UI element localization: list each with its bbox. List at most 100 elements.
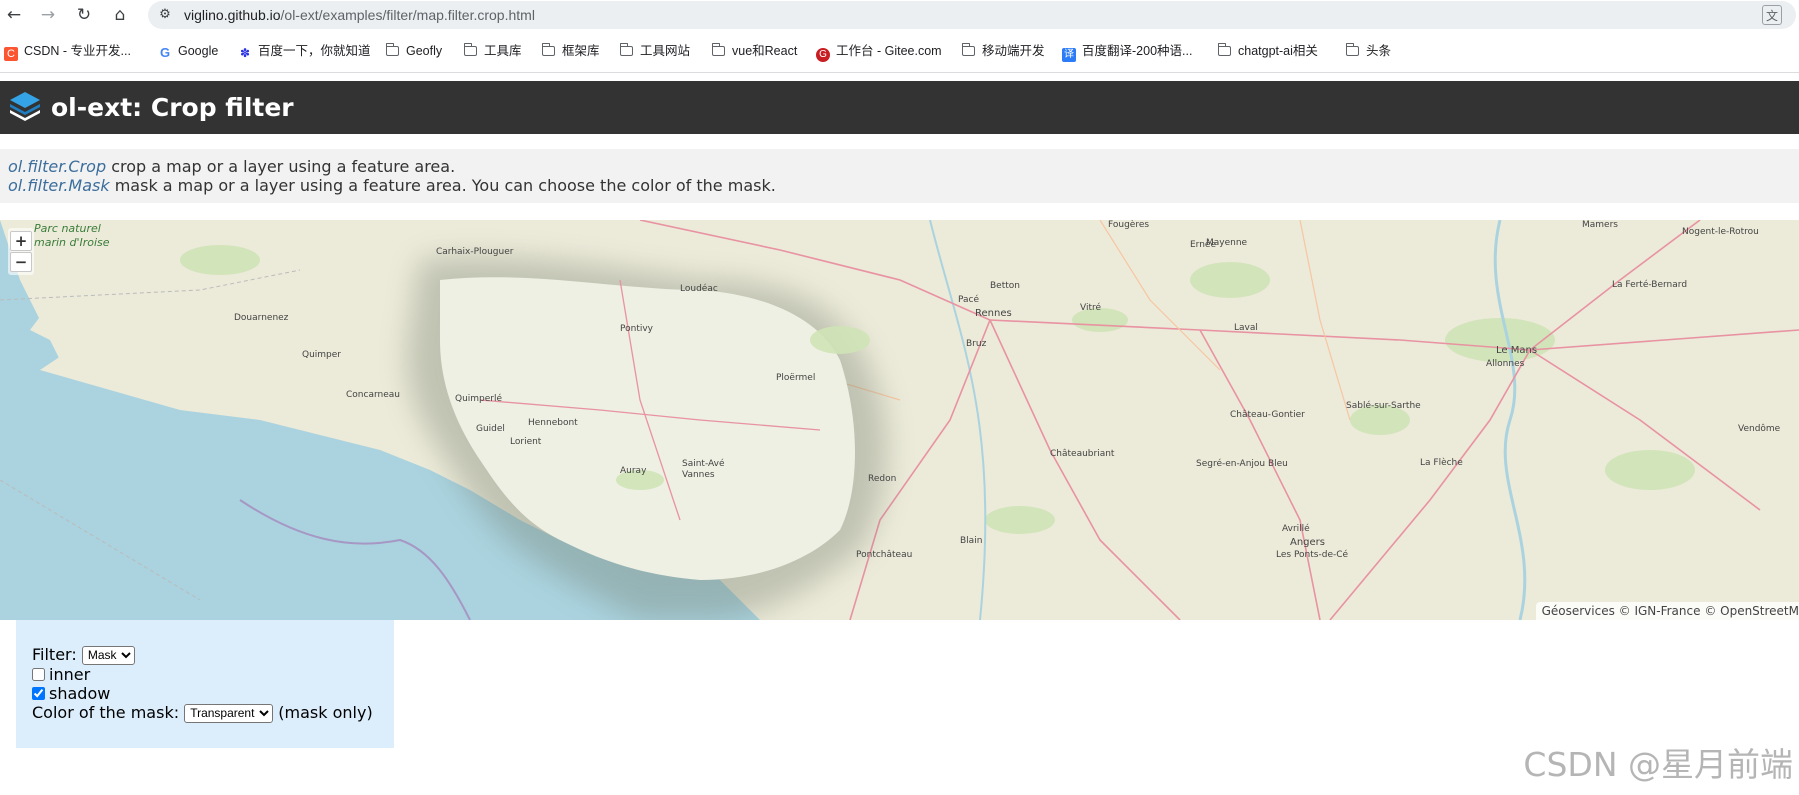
bookmark-tools[interactable]: 工具库 bbox=[463, 42, 522, 60]
bookmarks-divider bbox=[0, 72, 1799, 73]
shadow-row: shadow bbox=[32, 684, 110, 704]
map-label-marin-iroise: marin d'Iroise bbox=[34, 236, 110, 249]
inner-label: inner bbox=[49, 665, 91, 684]
map-label-hennebont: Hennebont bbox=[528, 418, 578, 428]
csdn-watermark: CSDN @星月前端 bbox=[1523, 745, 1793, 784]
map-label-blain: Blain bbox=[960, 536, 982, 546]
google-icon: G bbox=[159, 45, 171, 60]
bookmark-google[interactable]: G Google bbox=[158, 42, 218, 60]
map-label-ploermel: Ploërmel bbox=[776, 373, 815, 383]
folder-icon bbox=[541, 43, 555, 56]
map-view[interactable]: Parc naturel marin d'Iroise Carhaix-Plou… bbox=[0, 220, 1799, 620]
bookmark-label: Google bbox=[178, 44, 219, 58]
map-label-bruz: Bruz bbox=[966, 339, 987, 349]
map-label-pace: Pacé bbox=[958, 294, 979, 305]
bookmark-vue-react[interactable]: vue和React bbox=[711, 42, 798, 60]
map-label-douarnenez: Douarnenez bbox=[234, 313, 289, 323]
filter-select[interactable]: Mask bbox=[81, 645, 135, 665]
map-label-redon: Redon bbox=[868, 474, 896, 484]
bookmark-geofly[interactable]: Geofly bbox=[385, 42, 442, 60]
map-label-chateaubriant: Châteaubriant bbox=[1050, 449, 1115, 459]
site-info-icon[interactable]: ⚙ bbox=[156, 6, 174, 24]
bookmark-tool-sites[interactable]: 工具网站 bbox=[619, 42, 691, 60]
bookmark-label: vue和React bbox=[732, 44, 798, 58]
mask-link[interactable]: ol.filter.Mask bbox=[8, 176, 110, 195]
bookmark-label: 百度翻译-200种语... bbox=[1082, 44, 1193, 58]
bookmark-label: 工具库 bbox=[484, 44, 522, 58]
crop-description: ol.filter.Crop crop a map or a layer usi… bbox=[8, 157, 455, 177]
map-label-sable: Sablé-sur-Sarthe bbox=[1346, 400, 1421, 411]
reload-icon[interactable]: ↻ bbox=[72, 3, 96, 27]
browser-toolbar: ← → ↻ ⌂ ⚙ viglino.github.io/ol-ext/examp… bbox=[0, 0, 1799, 30]
crop-text: crop a map or a layer using a feature ar… bbox=[106, 157, 456, 176]
home-icon[interactable]: ⌂ bbox=[108, 3, 132, 27]
baidu-icon: ✽ bbox=[239, 46, 251, 60]
mask-color-select[interactable]: Transparent bbox=[184, 703, 274, 723]
back-icon[interactable]: ← bbox=[2, 3, 26, 27]
map-canvas[interactable]: Parc naturel marin d'Iroise Carhaix-Plou… bbox=[0, 220, 1799, 620]
map-label-pontivy: Pontivy bbox=[620, 324, 654, 334]
bookmark-csdn[interactable]: C CSDN - 专业开发... bbox=[4, 42, 131, 61]
bookmark-baidu[interactable]: ✽ 百度一下，你就知道 bbox=[238, 42, 371, 60]
map-attribution: Géoservices © IGN-France © OpenStreetM bbox=[1535, 602, 1799, 620]
map-label-nogent: Nogent-le-Rotrou bbox=[1682, 227, 1759, 237]
shadow-checkbox[interactable] bbox=[32, 687, 45, 700]
folder-icon bbox=[711, 43, 725, 56]
bookmark-label: 工具网站 bbox=[640, 44, 691, 58]
bookmark-baidu-translate[interactable]: 译百度翻译-200种语... bbox=[1062, 42, 1193, 62]
map-label-parc-naturel: Parc naturel bbox=[34, 222, 101, 235]
bookmarks-bar: C CSDN - 专业开发... G Google ✽ 百度一下，你就知道 Geofl… bbox=[0, 34, 1799, 68]
map-label-la-ferte: La Ferté-Bernard bbox=[1612, 279, 1687, 290]
folder-icon bbox=[961, 43, 975, 56]
map-label-auray: Auray bbox=[620, 466, 647, 476]
gitee-icon: G bbox=[816, 48, 830, 62]
map-label-allonnes: Allonnes bbox=[1486, 359, 1525, 369]
page-title: ol-ext: Crop filter bbox=[51, 93, 294, 122]
translate-icon[interactable]: 文 bbox=[1762, 5, 1782, 25]
map-label-vendome: Vendôme bbox=[1738, 423, 1781, 434]
map-label-quimperle: Quimperlé bbox=[455, 393, 503, 404]
map-label-lorient: Lorient bbox=[510, 437, 542, 447]
ol-ext-logo-icon bbox=[10, 92, 40, 121]
map-label-fougeres: Fougères bbox=[1108, 220, 1149, 230]
bookmark-mobile[interactable]: 移动端开发 bbox=[961, 42, 1045, 60]
map-label-pontchateau: Pontchâteau bbox=[856, 550, 912, 560]
zoom-control: + − bbox=[8, 228, 34, 275]
url-domain: viglino.github.io bbox=[184, 7, 281, 23]
zoom-out-button[interactable]: − bbox=[10, 252, 32, 272]
map-label-chateau-gontier: Château-Gontier bbox=[1230, 410, 1305, 420]
map-label-guidel: Guidel bbox=[476, 424, 505, 434]
url-path: /ol-ext/examples/filter/map.filter.crop.… bbox=[280, 7, 535, 23]
forward-icon[interactable]: → bbox=[36, 3, 60, 27]
filter-label: Filter: bbox=[32, 645, 77, 664]
mask-color-row: Color of the mask: Transparent (mask onl… bbox=[32, 703, 373, 723]
map-label-betton: Betton bbox=[990, 281, 1020, 291]
bookmark-gitee[interactable]: G 工作台 - Gitee.com bbox=[816, 42, 942, 62]
csdn-icon: C bbox=[4, 47, 18, 61]
bookmark-label: 百度一下，你就知道 bbox=[258, 44, 371, 58]
map-label-vitre: Vitré bbox=[1080, 302, 1101, 313]
map-label-segre: Segré-en-Anjou Bleu bbox=[1196, 458, 1288, 469]
url-text[interactable]: viglino.github.io/ol-ext/examples/filter… bbox=[184, 1, 535, 29]
bookmark-label: 框架库 bbox=[562, 44, 600, 58]
options-panel: Filter: Mask inner shadow Color of the m… bbox=[16, 620, 394, 748]
inner-row: inner bbox=[32, 665, 90, 685]
bookmark-frameworks[interactable]: 框架库 bbox=[541, 42, 600, 60]
map-label-avrille: Avrillé bbox=[1282, 523, 1310, 534]
map-label-angers: Angers bbox=[1290, 537, 1325, 548]
address-bar[interactable]: ⚙ viglino.github.io/ol-ext/examples/filt… bbox=[148, 1, 1796, 29]
crop-link[interactable]: ol.filter.Crop bbox=[8, 157, 106, 176]
mask-only-note: (mask only) bbox=[278, 703, 373, 722]
inner-checkbox[interactable] bbox=[32, 668, 45, 681]
map-label-loudeac: Loudéac bbox=[680, 283, 718, 294]
bookmark-label: CSDN - 专业开发... bbox=[24, 44, 131, 58]
folder-icon bbox=[619, 43, 633, 56]
bookmark-toutiao[interactable]: 头条 bbox=[1345, 42, 1391, 60]
bookmark-chatgpt[interactable]: chatgpt-ai相关 bbox=[1217, 42, 1318, 60]
filter-row: Filter: Mask bbox=[32, 645, 135, 665]
bookmark-label: 移动端开发 bbox=[982, 44, 1045, 58]
folder-icon bbox=[1345, 43, 1359, 56]
zoom-in-button[interactable]: + bbox=[10, 231, 32, 251]
map-label-carhaix: Carhaix-Plouguer bbox=[436, 247, 514, 257]
map-label-ponts-de-ce: Les Ponts-de-Cé bbox=[1276, 549, 1349, 560]
